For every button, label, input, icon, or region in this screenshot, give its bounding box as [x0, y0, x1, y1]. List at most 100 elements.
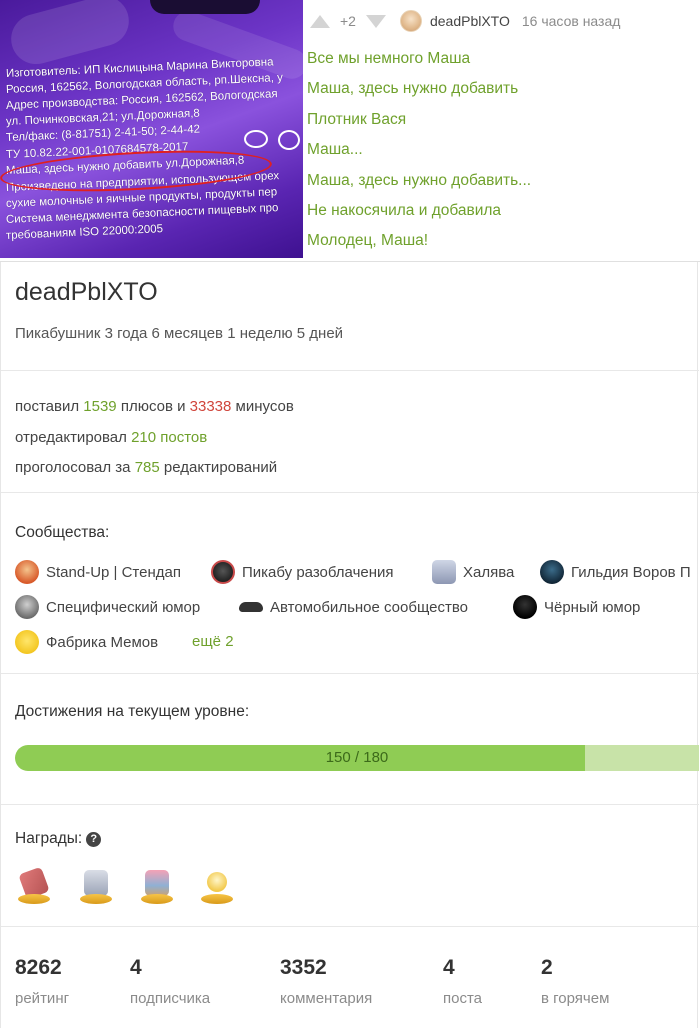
stat-text: проголосовал за: [15, 459, 135, 476]
award-base: [141, 894, 173, 904]
comments-stat[interactable]: 3352 комментария: [280, 954, 372, 1007]
community-item[interactable]: Халява: [432, 558, 514, 586]
award-2-icon[interactable]: [77, 868, 113, 904]
award-1-icon[interactable]: [15, 866, 51, 904]
minus-count: 33338: [189, 398, 232, 415]
community-name: Халява: [463, 563, 515, 581]
stat-label: комментария: [280, 990, 373, 1007]
votes-line: поставил 1539 плюсов и 33338 минусов: [15, 392, 294, 423]
divider: [1, 492, 699, 493]
community-name: Автомобильное сообщество: [270, 598, 468, 616]
specific-humor-icon: [15, 595, 39, 619]
activity-stats: поставил 1539 плюсов и 33338 минусов отр…: [15, 392, 294, 484]
community-item[interactable]: Stand-Up | Стендап: [15, 558, 181, 586]
meme-factory-icon: [15, 630, 39, 654]
stat-value: 8262: [15, 956, 62, 979]
profile-card: deadPblXTO Пикабушник 3 года 6 месяцев 1…: [0, 262, 699, 1028]
award-body: [145, 870, 169, 896]
comment-line: Маша, здесь нужно добавить...: [307, 171, 532, 189]
award-4-icon[interactable]: [198, 868, 234, 904]
rating-stat: 8262 рейтинг: [15, 954, 69, 1007]
exposure-icon: [211, 560, 235, 584]
stat-text: отредактировал: [15, 428, 132, 446]
community-name: Специфический юмор: [46, 598, 201, 616]
awards-title-row: Награды:?: [15, 830, 102, 848]
comment-line: Не накосячила и добавила: [307, 201, 502, 219]
avatar[interactable]: [399, 10, 422, 32]
achievements-title: Достижения на текущем уровне:: [15, 703, 250, 720]
awards-title: Награды:: [15, 830, 83, 847]
comment-line: Плотник Вася: [307, 110, 407, 128]
comment-block: Изготовитель: ИП Кислицына Марина Виктор…: [0, 0, 700, 262]
community-name: Чёрный юмор: [544, 598, 641, 616]
downvote-icon[interactable]: [365, 14, 386, 28]
comment-author[interactable]: deadPblXTO: [430, 13, 510, 29]
subscribers-stat[interactable]: 4 подписчика: [130, 954, 210, 1007]
communities-title: Сообщества:: [15, 524, 110, 541]
thieves-guild-icon: [540, 560, 564, 584]
profile-username[interactable]: deadPblXTO: [15, 278, 158, 307]
upvote-icon[interactable]: [310, 14, 330, 28]
stat-value: 4: [130, 956, 142, 979]
profile-since: Пикабушник 3 года 6 месяцев 1 неделю 5 д…: [15, 325, 344, 342]
community-item[interactable]: Фабрика Мемов: [15, 628, 158, 656]
comment-text: Все мы немного Маша Маша, здесь нужно до…: [307, 44, 531, 257]
community-name: Фабрика Мемов: [46, 633, 159, 651]
stat-text: минусов: [231, 398, 294, 415]
community-item[interactable]: Автомобильное сообщество: [239, 593, 468, 621]
community-name: Stand-Up | Стендап: [46, 563, 181, 581]
car-community-icon: [239, 602, 263, 612]
more-communities-link[interactable]: ещё 2: [192, 633, 234, 650]
award-body: [84, 870, 108, 896]
stat-value: 3352: [280, 956, 327, 979]
comment-line: Маша, здесь нужно добавить: [307, 80, 519, 98]
comment-rating: +2: [340, 13, 356, 29]
stat-label: поста: [443, 990, 483, 1007]
award-base: [18, 894, 50, 904]
community-item[interactable]: Чёрный юмор: [513, 593, 640, 621]
product-label-photo[interactable]: Изготовитель: ИП Кислицына Марина Виктор…: [0, 0, 303, 258]
community-item[interactable]: Специфический юмор: [15, 593, 200, 621]
divider: [1, 370, 699, 371]
stat-label: в горячем: [541, 990, 610, 1007]
stat-label: подписчика: [130, 990, 211, 1007]
stat-text: плюсов и: [116, 398, 190, 415]
certification-mark-icon: [244, 130, 268, 148]
plus-count: 1539: [83, 398, 117, 415]
stat-label: рейтинг: [15, 990, 70, 1007]
stat-value: 4: [443, 956, 455, 979]
stat-value: 2: [541, 956, 553, 979]
award-body: [207, 872, 227, 892]
black-humor-icon: [513, 595, 537, 619]
voted-edits-line: проголосовал за 785 редактирований: [15, 453, 294, 484]
divider: [1, 926, 699, 927]
divider: [1, 673, 699, 674]
standup-icon: [15, 560, 39, 584]
stat-text: редактирований: [159, 459, 278, 476]
hot-stat[interactable]: 2 в горячем: [541, 954, 609, 1007]
achievements-progress-bar: 150 / 180: [15, 745, 699, 771]
comment-line: Молодец, Маша!: [307, 232, 429, 250]
edits-line: отредактировал 210 постов: [15, 423, 294, 454]
community-name: Гильдия Воров П: [571, 563, 691, 581]
help-icon[interactable]: ?: [86, 832, 102, 847]
photo-dark-area: [150, 0, 260, 14]
photo-glare: [5, 0, 135, 70]
award-base: [80, 894, 112, 904]
photo-text-line: требованиям ISO 22000:2005: [5, 223, 164, 242]
certification-mark-icon: [278, 130, 300, 150]
posts-stat[interactable]: 4 поста: [443, 954, 482, 1007]
community-name: Пикабу разоблачения: [242, 563, 394, 581]
edited-posts-link[interactable]: 210 постов: [131, 429, 207, 446]
award-base: [201, 894, 233, 904]
comment-line: Маша...: [307, 141, 363, 159]
stat-text: поставил: [15, 398, 84, 415]
comment-line: Все мы немного Маша: [307, 50, 471, 67]
award-3-icon[interactable]: [138, 868, 174, 904]
community-item[interactable]: Гильдия Воров П: [540, 558, 691, 586]
progress-text: 150 / 180: [325, 749, 389, 766]
comment-time[interactable]: 16 часов назад: [522, 13, 621, 29]
community-item[interactable]: Пикабу разоблачения: [211, 558, 394, 586]
divider: [1, 804, 699, 805]
freebie-icon: [432, 560, 456, 584]
